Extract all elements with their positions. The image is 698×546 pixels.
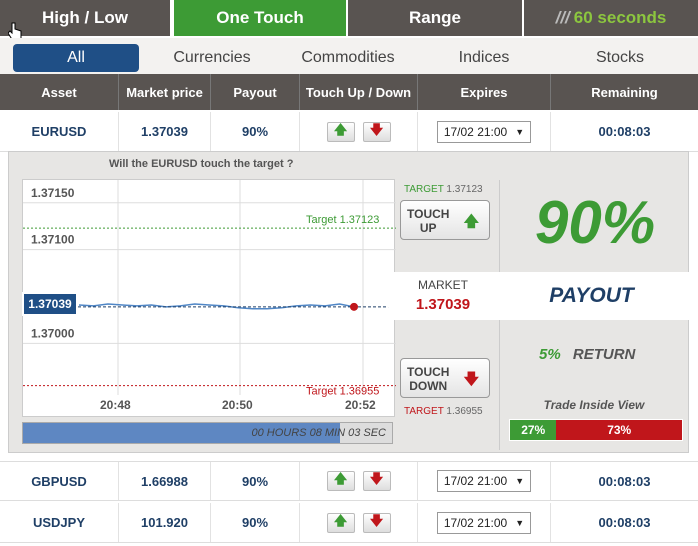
- category-bar: All Currencies Commodities Indices Stock…: [0, 38, 698, 74]
- touch-up-big-button[interactable]: TOUCH UP 🡅: [400, 200, 490, 240]
- market-box: MARKET 1.37039: [383, 272, 493, 320]
- stripes-icon: ///: [555, 8, 570, 27]
- asset-name: USDJPY: [0, 503, 119, 542]
- table-row: GBPUSD 1.66988 90% 🡅 🡇 17/02 21:00 ▼ 00:0…: [0, 461, 698, 501]
- chevron-down-icon: ▼: [515, 476, 525, 486]
- arrow-down-icon: 🡇: [369, 471, 384, 486]
- touch-up-button[interactable]: 🡅: [326, 121, 355, 142]
- subtab-stocks[interactable]: Stocks: [580, 44, 660, 72]
- arrow-up-icon: 🡅: [463, 213, 479, 230]
- touch-down-button[interactable]: 🡇: [362, 512, 391, 533]
- tab-one-touch[interactable]: One Touch: [174, 0, 348, 36]
- payout: 90%: [211, 503, 300, 542]
- subtab-indices[interactable]: Indices: [444, 44, 524, 72]
- tab-high-low[interactable]: High / Low: [0, 0, 172, 36]
- chevron-down-icon: ▼: [515, 517, 525, 528]
- arrow-up-icon: 🡅: [333, 512, 348, 528]
- return-text: 5% RETURN: [539, 346, 636, 363]
- payout: 90%: [211, 112, 300, 151]
- sentiment-up: 27%: [510, 420, 557, 440]
- table-row: USDJPY 101.920 90% 🡅 🡇 17/02 21:00 ▼ 00:0…: [0, 503, 698, 543]
- chart-svg: 1.371501.371001.3700020:48 20:50 20:52Targ…: [23, 180, 396, 412]
- target-up-label: Target 1.37123: [306, 214, 379, 226]
- x-tick-label: 20:48: [100, 398, 131, 412]
- arrow-down-icon: 🡇: [369, 121, 384, 137]
- asset-name: EURUSD: [0, 112, 119, 151]
- touch-down-button[interactable]: 🡇: [362, 471, 391, 491]
- touch-down-button[interactable]: 🡇: [362, 121, 391, 142]
- target-down-text: TARGET 1.36955: [404, 406, 483, 417]
- subtab-all[interactable]: All: [13, 44, 139, 72]
- touch-up-button[interactable]: 🡅: [326, 512, 355, 533]
- chevron-down-icon: ▼: [515, 126, 525, 137]
- remaining-time: 00:08:03: [598, 515, 651, 530]
- touch-down-big-button[interactable]: TOUCH DOWN 🡇: [400, 358, 490, 398]
- arrow-up-icon: 🡅: [333, 471, 348, 486]
- subtab-commodities[interactable]: Commodities: [292, 44, 404, 72]
- x-tick-label: 20:52: [345, 398, 376, 412]
- target-up-text: TARGET 1.37123: [404, 184, 483, 195]
- y-tick-label: 1.37000: [31, 326, 75, 340]
- arrow-down-icon: 🡇: [463, 371, 479, 388]
- remaining-time: 00:08:03: [598, 124, 651, 139]
- payout-banner: PAYOUT: [493, 272, 690, 320]
- market-price: 101.920: [119, 503, 211, 542]
- table-row: EURUSD 1.37039 90% 🡅 🡇 17/02 21:00 ▼ 00:0…: [0, 112, 698, 152]
- arrow-down-icon: 🡇: [369, 512, 384, 528]
- sentiment-bar: 27% 73%: [509, 419, 683, 441]
- y-tick-label: 1.37100: [31, 233, 75, 247]
- expires-select[interactable]: 17/02 21:00 ▼: [436, 470, 532, 492]
- touch-up-button[interactable]: 🡅: [326, 471, 355, 491]
- market-price: 1.37039: [119, 112, 211, 151]
- countdown-bar: 00 HOURS 08 MIN 03 SEC: [22, 422, 393, 444]
- col-asset: Asset: [0, 74, 119, 110]
- current-price-point: [350, 302, 358, 311]
- expires-select[interactable]: 17/02 21:00 ▼: [436, 511, 532, 534]
- subtab-currencies[interactable]: Currencies: [160, 44, 264, 72]
- expires-select[interactable]: 17/02 21:00 ▼: [436, 120, 532, 143]
- x-tick-label: 20:50: [222, 398, 253, 412]
- trade-question: Will the EURUSD touch the target ?: [109, 158, 294, 170]
- asset-name: GBPUSD: [0, 462, 119, 500]
- payout-percent: 90%: [534, 189, 656, 256]
- market-price: 1.66988: [119, 462, 211, 500]
- current-price-badge: 1.37039: [22, 292, 78, 316]
- col-touch: Touch Up / Down: [300, 74, 418, 110]
- col-expires: Expires: [418, 74, 551, 110]
- col-market-price: Market price: [119, 74, 211, 110]
- remaining-time: 00:08:03: [598, 473, 651, 489]
- col-remaining: Remaining: [591, 84, 658, 100]
- tab-range[interactable]: Range: [348, 0, 524, 36]
- countdown-text: 00 HOURS 08 MIN 03 SEC: [251, 427, 387, 439]
- trade-inside-label: Trade Inside View: [543, 398, 645, 412]
- table-header: Asset Market price Payout Touch Up / Dow…: [0, 74, 698, 110]
- trade-panel: Will the EURUSD touch the target ? 1.371…: [8, 151, 690, 453]
- y-tick-label: 1.37150: [31, 186, 75, 200]
- tab-60-seconds[interactable]: /// 60 seconds: [524, 0, 698, 36]
- sentiment-down: 73%: [556, 420, 682, 440]
- target-down-label: Target 1.36955: [306, 386, 379, 398]
- col-payout: Payout: [211, 74, 300, 110]
- arrow-up-icon: 🡅: [333, 121, 348, 137]
- payout: 90%: [211, 462, 300, 500]
